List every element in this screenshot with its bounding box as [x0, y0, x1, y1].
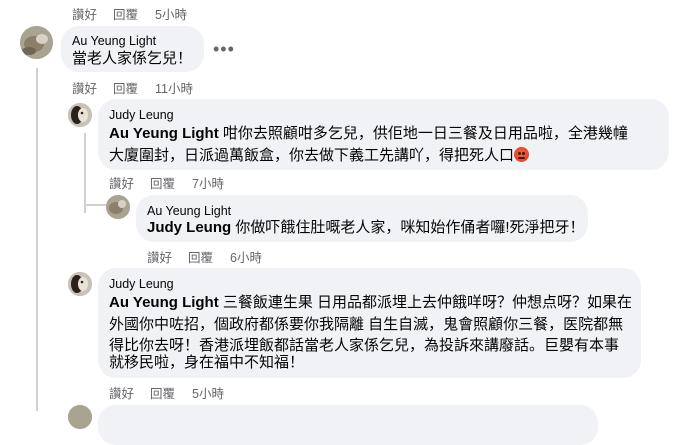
- reply-button[interactable]: 回覆: [150, 383, 175, 402]
- comment-text: Judy Leung 你做吓餓住肚嘅老人家，咪知始作俑者囉!死淨把牙！: [147, 219, 585, 236]
- comment-text: 外國你中咗招，個政府都係要你我隔離 自生自滅，鬼會照顧你三餐，医院都無: [109, 316, 624, 333]
- comment-actions: 讚好 回覆 7小時: [109, 173, 309, 192]
- comment-actions: 讚好 回覆 11小時: [72, 78, 272, 97]
- comment-text: 大廈圍封，日派過萬飯盒，你去做下義工先講吖，得把死人口: [109, 145, 530, 167]
- avatar[interactable]: [68, 103, 92, 127]
- reply-button[interactable]: 回覆: [113, 4, 138, 23]
- mention-link[interactable]: Au Yeung Light: [109, 125, 219, 142]
- avatar-photo-icon: [68, 272, 92, 296]
- avatar-photo-icon: [106, 195, 130, 219]
- timestamp[interactable]: 5小時: [155, 4, 187, 23]
- reply-button[interactable]: 回覆: [188, 247, 213, 266]
- avatar[interactable]: [106, 195, 130, 219]
- avatar-photo-icon: [68, 103, 92, 127]
- comment-text: Au Yeung Light 咁你去照顧咁多乞兒，供佢地一日三餐及日用品啦，全港…: [109, 125, 628, 142]
- previous-comment-actions: 讚好 回覆 5小時: [72, 4, 272, 23]
- mention-link[interactable]: Au Yeung Light: [109, 294, 219, 311]
- mention-link[interactable]: Judy Leung: [147, 219, 231, 236]
- comment-bubble: [98, 405, 598, 445]
- avatar[interactable]: [68, 405, 92, 429]
- thread-connector: [84, 204, 106, 206]
- comment-text: 當老人家係乞兒！: [72, 50, 193, 67]
- avatar-photo-icon: [68, 405, 92, 429]
- reply-button[interactable]: 回覆: [150, 173, 175, 192]
- comment-text: Au Yeung Light 三餐飯連生果 日用品都派埋上去仲餓咩呀？仲想点呀？…: [109, 294, 633, 311]
- avatar-photo-icon: [20, 26, 53, 59]
- timestamp[interactable]: 7小時: [192, 173, 224, 192]
- comment-author[interactable]: Judy Leung: [109, 108, 174, 122]
- comment-actions: 讚好 回覆 6小時: [147, 247, 347, 266]
- timestamp[interactable]: 5小時: [192, 383, 224, 402]
- like-button[interactable]: 讚好: [72, 4, 97, 23]
- comment-author[interactable]: Au Yeung Light: [147, 204, 231, 218]
- avatar[interactable]: [20, 26, 53, 59]
- thread-line: [84, 133, 86, 213]
- like-button[interactable]: 讚好: [109, 383, 134, 402]
- comment-author[interactable]: Judy Leung: [109, 277, 174, 291]
- comment-author[interactable]: Au Yeung Light: [72, 34, 156, 48]
- reply-button[interactable]: 回覆: [113, 78, 138, 97]
- comment-actions: 讚好 回覆 5小時: [109, 383, 309, 402]
- avatar[interactable]: [68, 272, 92, 296]
- like-button[interactable]: 讚好: [72, 78, 97, 97]
- like-button[interactable]: 讚好: [147, 247, 172, 266]
- more-options-icon[interactable]: •••: [213, 40, 235, 58]
- comment-text: 就移民啦，身在福中不知福！: [109, 354, 305, 371]
- thread-line: [36, 68, 38, 411]
- timestamp[interactable]: 6小時: [230, 247, 262, 266]
- like-button[interactable]: 讚好: [109, 173, 134, 192]
- timestamp[interactable]: 11小時: [155, 78, 193, 97]
- angry-face-emoji-icon: [514, 147, 530, 162]
